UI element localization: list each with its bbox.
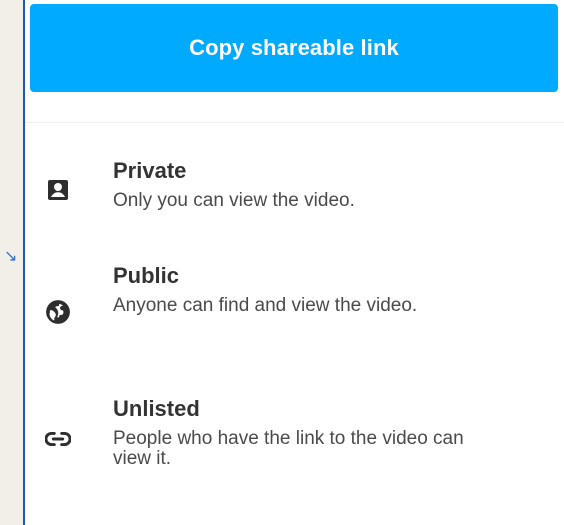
globe-icon [45, 299, 71, 325]
visibility-option-description: People who have the link to the video ca… [113, 428, 464, 469]
visibility-option-public[interactable]: Public Anyone can find and view the vide… [25, 263, 545, 363]
visibility-option-title: Private [113, 158, 187, 183]
share-settings-page: ↘ Copy shareable link Private Only you c… [0, 0, 564, 525]
visibility-option-unlisted[interactable]: Unlisted People who have the link to the… [25, 396, 545, 486]
visibility-option-text: Unlisted People who have the link to the… [113, 396, 545, 469]
share-header: Copy shareable link [25, 0, 564, 123]
visibility-option-private[interactable]: Private Only you can view the video. [25, 158, 545, 230]
copy-shareable-link-button[interactable]: Copy shareable link [30, 4, 558, 92]
visibility-option-text: Private Only you can view the video. [113, 158, 545, 211]
share-panel: Copy shareable link Private Only you can… [23, 0, 564, 525]
pointer-arrow-icon: ↘ [4, 248, 18, 265]
link-icon [45, 426, 71, 452]
visibility-option-title: Unlisted [113, 396, 200, 421]
visibility-option-text: Public Anyone can find and view the vide… [113, 263, 545, 316]
visibility-option-title: Public [113, 263, 180, 288]
visibility-option-description: Only you can view the video. [113, 190, 355, 211]
visibility-option-description: Anyone can find and view the video. [113, 295, 418, 316]
person-badge-icon [45, 177, 71, 203]
